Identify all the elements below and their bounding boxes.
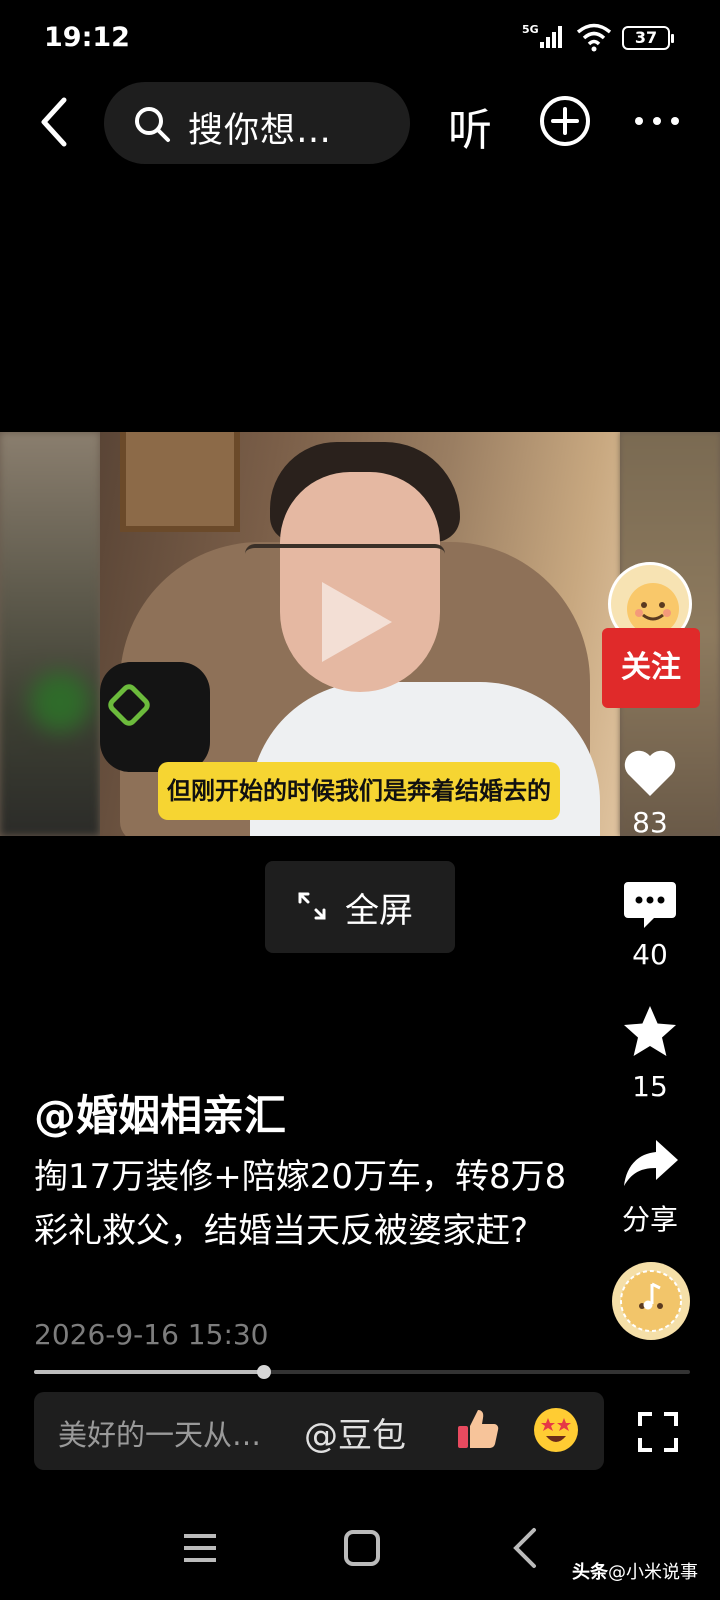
comment-count: 40	[632, 938, 668, 971]
expand-icon[interactable]	[636, 1410, 680, 1454]
heart-icon[interactable]	[620, 742, 680, 802]
like-count: 83	[632, 806, 668, 839]
watermark-brand: 头条	[572, 1562, 608, 1583]
recent-apps-icon[interactable]	[180, 1528, 220, 1568]
comment-icon[interactable]	[620, 874, 680, 934]
status-bar: 19:12 5G 37	[0, 0, 720, 76]
search-icon	[135, 107, 170, 142]
progress-fill	[34, 1370, 264, 1374]
cellular-signal-icon: 5G	[522, 23, 562, 48]
top-nav: 搜你想… 听	[0, 80, 720, 166]
expand-arrows-icon	[298, 892, 326, 920]
more-icon[interactable]	[630, 96, 684, 146]
video-progress-bar[interactable]	[34, 1365, 690, 1379]
author-name[interactable]: @婚姻相亲汇	[34, 1082, 286, 1143]
star-eyes-emoji-icon[interactable]	[532, 1406, 580, 1454]
play-icon[interactable]	[322, 582, 392, 662]
post-description: 掏17万装修+陪嫁20万车，转8万8彩礼救父，结婚当天反被婆家赶?	[34, 1157, 567, 1251]
microphone-image	[100, 662, 210, 772]
wifi-icon	[576, 23, 612, 52]
search-input[interactable]: 搜你想…	[104, 82, 410, 164]
home-icon[interactable]	[342, 1528, 382, 1568]
battery-indicator: 37	[622, 26, 674, 50]
music-note-icon	[620, 1270, 682, 1332]
search-placeholder: 搜你想…	[188, 111, 333, 151]
star-icon[interactable]	[620, 1002, 680, 1062]
plus-circle-icon[interactable]	[538, 94, 592, 148]
listen-button[interactable]: 听	[448, 94, 492, 158]
system-back-icon[interactable]	[510, 1526, 540, 1570]
back-icon[interactable]	[30, 92, 80, 152]
watermark: 头条@小米说事	[572, 1558, 698, 1584]
share-icon[interactable]	[620, 1134, 680, 1194]
comment-placeholder: 美好的一天从…	[58, 1418, 262, 1452]
music-disc[interactable]	[612, 1262, 690, 1340]
comment-input[interactable]: 美好的一天从… @豆包	[34, 1392, 604, 1470]
video-blur-left	[0, 432, 100, 836]
thumbs-up-icon[interactable]	[452, 1404, 502, 1454]
fullscreen-label: 全屏	[345, 891, 413, 931]
network-type: 5G	[522, 23, 539, 36]
mention-doubao-button[interactable]: @豆包	[304, 1408, 406, 1457]
favorite-count: 15	[632, 1070, 668, 1103]
fullscreen-button[interactable]: 全屏	[265, 861, 455, 953]
progress-handle[interactable]	[256, 1365, 271, 1379]
system-nav-bar	[0, 1500, 720, 1600]
status-time: 19:12	[44, 22, 130, 53]
video-subtitle: 但刚开始的时候我们是奔着结婚去的	[158, 762, 560, 820]
post-date: 2026-9-16 15:30	[34, 1318, 269, 1351]
follow-button[interactable]: 关注	[602, 628, 700, 708]
share-label[interactable]: 分享	[600, 1198, 700, 1238]
watermark-account: @小米说事	[608, 1562, 698, 1583]
